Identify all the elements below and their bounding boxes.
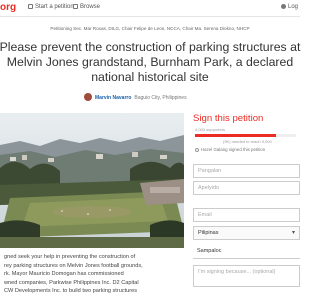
- browse-label: Browse: [80, 4, 101, 10]
- supporters-count: 4,000 supporters: [195, 127, 226, 132]
- login-label: Log: [287, 4, 298, 10]
- city-field[interactable]: Sampaloc: [193, 245, 300, 259]
- edit-icon: [28, 4, 33, 9]
- description-line: rk. Mayor Mauricio Domogan has commissio…: [4, 271, 124, 278]
- country-value: Pilipinas: [198, 230, 219, 236]
- last-name-field[interactable]: Apelyido: [193, 181, 300, 195]
- progress-bar-fill: [195, 134, 276, 137]
- author-avatar: [84, 93, 92, 101]
- reason-textarea[interactable]: I'm signing because... (optional): [193, 265, 300, 287]
- petition-title: Please prevent the construction of parki…: [0, 40, 301, 84]
- user-icon: [280, 4, 286, 9]
- grid-icon: [73, 4, 78, 9]
- start-petition-label: Start a petition: [35, 4, 74, 10]
- sign-petition-panel: Sign this petition 4,000 supporters (9K)…: [193, 113, 300, 287]
- petition-author: Marvin Navarro Baguio City, Philippines: [84, 93, 187, 101]
- chevron-down-icon: ▾: [291, 230, 295, 236]
- progress-bar: [195, 134, 296, 137]
- description-line: wned companies, Parkwise Philippines Inc…: [4, 279, 139, 286]
- browse-link[interactable]: Browse: [73, 4, 100, 10]
- park-photo-illustration: [0, 113, 184, 248]
- description-line: CW Developments Inc. to build two parkin…: [4, 288, 138, 295]
- petitioning-targets: Petitioning Sec. Mar Roxas, DILG, Chair …: [50, 26, 250, 31]
- clock-icon: [195, 148, 199, 152]
- top-navigation-bar: org Start a petition Browse Log: [0, 0, 300, 17]
- start-petition-link[interactable]: Start a petition: [28, 4, 74, 10]
- sign-heading: Sign this petition: [193, 113, 264, 124]
- author-name[interactable]: Marvin Navarro: [95, 95, 131, 101]
- recent-signer-text: Hazel Galang signed this petition: [201, 147, 266, 152]
- author-location: Baguio City, Philippines: [134, 95, 187, 101]
- description-line: gned seek your help in preventing the co…: [4, 254, 136, 260]
- login-link[interactable]: Log: [280, 4, 298, 10]
- petition-description: gned seek your help in preventing the co…: [4, 253, 204, 296]
- supporters-needed: (9K) needed to reach 5,000: [223, 139, 272, 144]
- petition-photo: [0, 113, 184, 248]
- email-field[interactable]: Email: [193, 208, 300, 222]
- first-name-field[interactable]: Pangalan: [193, 164, 300, 178]
- site-logo[interactable]: org: [0, 2, 16, 13]
- description-line: rey parking structures on Melvin Jones f…: [4, 262, 143, 269]
- country-select[interactable]: Pilipinas ▾: [193, 226, 300, 240]
- recent-signer: Hazel Galang signed this petition: [195, 147, 265, 152]
